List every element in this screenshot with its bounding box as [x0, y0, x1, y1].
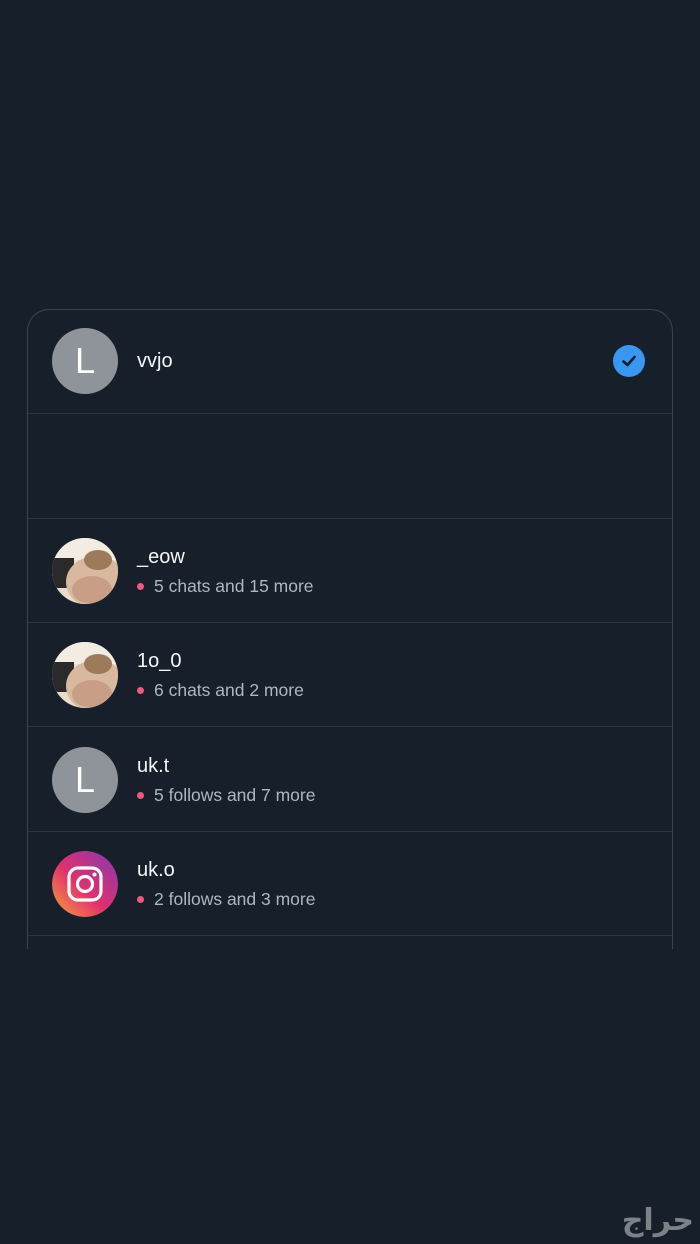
account-row-1o0[interactable]: 1o_0 6 chats and 2 more: [28, 623, 672, 727]
account-activity: 5 chats and 15 more: [137, 576, 314, 597]
notification-dot: [137, 583, 144, 590]
avatar-letter: L: [74, 759, 96, 800]
account-row-eow[interactable]: _eow 5 chats and 15 more: [28, 519, 672, 623]
notification-dot: [137, 687, 144, 694]
avatar: L: [52, 747, 118, 813]
account-username: uk.t: [137, 755, 170, 777]
account-row-uko[interactable]: uk.o 2 follows and 3 more: [28, 832, 672, 936]
notification-dot: [137, 792, 144, 799]
account-activity: 5 follows and 7 more: [137, 785, 315, 806]
avatar-letter: L: [74, 340, 96, 381]
watermark-logo: حراج: [621, 1203, 694, 1238]
account-row-ukt[interactable]: L uk.t 5 follows and 7 more: [28, 728, 672, 832]
account-username: uk.o: [137, 859, 175, 881]
account-row-vvjo[interactable]: L vvjo: [28, 310, 672, 414]
selected-check-icon: [613, 345, 645, 377]
activity-text: 5 follows and 7 more: [154, 785, 316, 805]
instagram-logo-icon: [52, 851, 118, 917]
account-username: 1o_0: [137, 650, 182, 672]
account-activity: 2 follows and 3 more: [137, 889, 315, 910]
avatar: [52, 642, 118, 708]
empty-row: [28, 414, 672, 519]
activity-text: 2 follows and 3 more: [154, 889, 316, 909]
account-switcher-sheet: L vvjo _eow 5 chats and 15 more 1o_0 6 c…: [27, 309, 673, 949]
account-activity: 6 chats and 2 more: [137, 680, 304, 701]
activity-text: 5 chats and 15 more: [154, 576, 314, 596]
notification-dot: [137, 896, 144, 903]
account-username: _eow: [137, 546, 185, 568]
activity-text: 6 chats and 2 more: [154, 680, 304, 700]
account-username: vvjo: [137, 350, 173, 372]
avatar: [52, 538, 118, 604]
avatar: L: [52, 328, 118, 394]
